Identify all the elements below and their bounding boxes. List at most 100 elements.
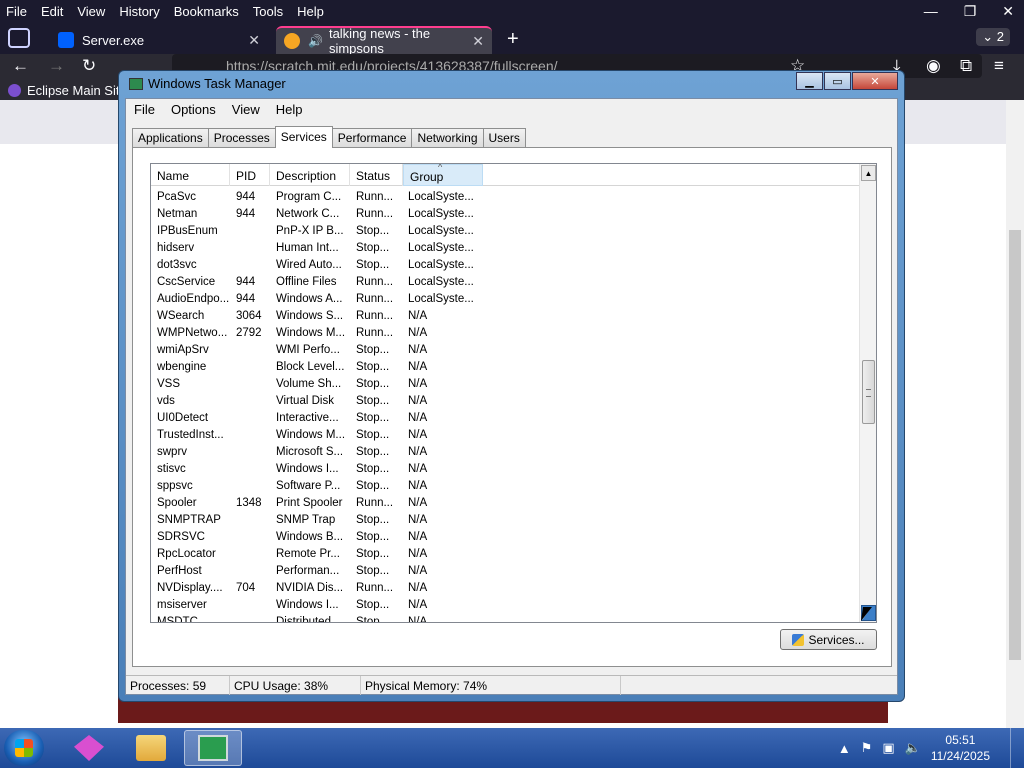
new-tab-button[interactable]: + <box>507 28 519 51</box>
browser-window-controls: — ❐ ✕ <box>924 0 1014 22</box>
menu-bookmarks[interactable]: Bookmarks <box>174 4 239 19</box>
minimize-button[interactable]: — <box>924 3 938 19</box>
table-row[interactable]: AudioEndpo... 944 Windows A... Runn... Local… <box>151 291 859 308</box>
menu-options[interactable]: Options <box>171 102 216 117</box>
action-center-icon[interactable]: ⚑ <box>861 740 873 756</box>
clock[interactable]: 05:51 11/24/2025 <box>931 732 990 764</box>
table-row[interactable]: PerfHost Performan... Stop... N/A <box>151 563 859 580</box>
table-row[interactable]: swprv Microsoft S... Stop... N/A <box>151 444 859 461</box>
close-tab-icon[interactable]: ✕ <box>472 33 484 50</box>
account-icon[interactable]: ◉ <box>926 56 941 76</box>
table-row[interactable]: WSearch 3064 Windows S... Runn... N/A <box>151 308 859 325</box>
list-scrollbar[interactable]: ▲ <box>859 164 876 622</box>
menu-view[interactable]: View <box>77 4 105 19</box>
scroll-up-button[interactable]: ▲ <box>861 165 876 181</box>
tab-title: talking news - the simpsons <box>328 26 431 56</box>
table-row[interactable]: TrustedInst... Windows M... Stop... N/A <box>151 427 859 444</box>
cell-status: Runn... <box>356 497 394 509</box>
tray-expand-icon[interactable]: ▲ <box>838 741 851 756</box>
menu-file[interactable]: File <box>6 4 27 19</box>
cell-description: SNMP Trap <box>276 514 336 526</box>
close-tab-icon[interactable]: ✕ <box>248 32 260 49</box>
table-row[interactable]: hidserv Human Int... Stop... LocalSyste... <box>151 240 859 257</box>
tab-services[interactable]: Services <box>274 126 333 148</box>
menu-tools[interactable]: Tools <box>253 4 283 19</box>
volume-icon[interactable]: 🔈 <box>905 740 921 756</box>
column-pid[interactable]: PID <box>230 164 270 186</box>
forward-icon[interactable]: → <box>48 56 65 76</box>
menu-edit[interactable]: Edit <box>41 4 63 19</box>
cell-pid: 944 <box>236 293 256 305</box>
table-row[interactable]: PcaSvc 944 Program C... Runn... LocalSyste..… <box>151 189 859 206</box>
table-row[interactable]: CscService 944 Offline Files Runn... LocalSy… <box>151 274 859 291</box>
table-row[interactable]: wmiApSrv WMI Perfo... Stop... N/A <box>151 342 859 359</box>
table-row[interactable]: SNMPTRAP SNMP Trap Stop... N/A <box>151 512 859 529</box>
column-description[interactable]: Description <box>270 164 350 186</box>
menu-help[interactable]: Help <box>276 102 303 117</box>
cell-description: Windows M... <box>276 327 346 339</box>
table-row[interactable]: SDRSVC Windows B... Stop... N/A <box>151 529 859 546</box>
tab-applications[interactable]: Applications <box>132 128 209 147</box>
minimize-button[interactable]: ▁ <box>796 72 823 90</box>
speaker-icon[interactable]: 🔊 <box>308 34 323 48</box>
back-icon[interactable]: ← <box>12 56 29 76</box>
menu-view[interactable]: View <box>232 102 260 117</box>
tab-performance[interactable]: Performance <box>331 128 413 147</box>
hamburger-menu-icon[interactable]: ≡ <box>994 56 1004 76</box>
table-row[interactable]: wbengine Block Level... Stop... N/A <box>151 359 859 376</box>
services-list[interactable]: Name PID Description Status ^ Group PcaS… <box>150 163 877 623</box>
table-row[interactable]: msiserver Windows I... Stop... N/A <box>151 597 859 614</box>
cell-group: LocalSyste... <box>408 259 474 271</box>
table-row[interactable]: vds Virtual Disk Stop... N/A <box>151 393 859 410</box>
tab-processes[interactable]: Processes <box>207 128 276 147</box>
table-row[interactable]: sppsvc Software P... Stop... N/A <box>151 478 859 495</box>
tab-users[interactable]: Users <box>482 128 526 147</box>
table-row[interactable]: WMPNetwo... 2792 Windows M... Runn... N/A <box>151 325 859 342</box>
cell-group: N/A <box>408 327 428 339</box>
page-scrollbar[interactable] <box>1006 100 1024 728</box>
sort-ascending-icon: ^ <box>438 163 443 172</box>
column-group[interactable]: ^ Group <box>403 164 483 186</box>
page-scroll-thumb[interactable] <box>1009 230 1021 660</box>
taskbar-app-purple[interactable] <box>60 730 118 766</box>
table-row[interactable]: UI0Detect Interactive... Stop... N/A <box>151 410 859 427</box>
table-row[interactable]: RpcLocator Remote Pr... Stop... N/A <box>151 546 859 563</box>
scroll-thumb[interactable] <box>862 360 875 424</box>
menu-history[interactable]: History <box>119 4 159 19</box>
tab-strip: Server.exe ✕ 🔊 talking news - the simpso… <box>0 22 1024 56</box>
network-icon[interactable]: ▣ <box>882 740 894 756</box>
column-name[interactable]: Name <box>151 164 230 186</box>
show-desktop-button[interactable] <box>1010 728 1024 768</box>
close-button[interactable]: ✕ <box>852 72 898 90</box>
bookmark-eclipse[interactable]: Eclipse Main Site <box>27 83 127 98</box>
tab-talking-news[interactable]: 🔊 talking news - the simpsons ✕ <box>276 26 492 56</box>
cell-description: NVIDIA Dis... <box>276 582 344 594</box>
tab-server-exe[interactable]: Server.exe ✕ <box>50 26 268 54</box>
firefox-view-icon[interactable] <box>8 28 30 48</box>
cell-name: hidserv <box>157 242 195 254</box>
table-row[interactable]: dot3svc Wired Auto... Stop... LocalSyste... <box>151 257 859 274</box>
cell-name: VSS <box>157 378 181 390</box>
tab-list-button[interactable]: ⌄ 2 <box>976 28 1010 46</box>
maximize-button[interactable]: ❐ <box>964 3 977 20</box>
menu-help[interactable]: Help <box>297 4 324 19</box>
services-button[interactable]: Services... <box>780 629 877 650</box>
table-row[interactable]: MSDTC Distributed... Stop... N/A <box>151 614 859 622</box>
tab-networking[interactable]: Networking <box>411 128 484 147</box>
close-button[interactable]: ✕ <box>1002 3 1014 20</box>
column-status[interactable]: Status <box>350 164 403 186</box>
table-row[interactable]: stisvc Windows I... Stop... N/A <box>151 461 859 478</box>
start-button[interactable] <box>4 730 44 766</box>
taskbar-app-explorer[interactable] <box>122 730 180 766</box>
table-row[interactable]: Spooler 1348 Print Spooler Runn... N/A <box>151 495 859 512</box>
table-row[interactable]: VSS Volume Sh... Stop... N/A <box>151 376 859 393</box>
table-row[interactable]: Netman 944 Network C... Runn... LocalSyste..… <box>151 206 859 223</box>
reload-icon[interactable]: ↻ <box>82 56 96 76</box>
taskbar-app-task-manager[interactable] <box>184 730 242 766</box>
maximize-button[interactable]: ▭ <box>824 72 851 90</box>
cell-status: Stop... <box>356 565 390 577</box>
table-row[interactable]: IPBusEnum PnP-X IP B... Stop... LocalSyste.… <box>151 223 859 240</box>
menu-file[interactable]: File <box>134 102 155 117</box>
table-row[interactable]: NVDisplay.... 704 NVIDIA Dis... Runn... N/A <box>151 580 859 597</box>
extensions-icon[interactable]: ⧉ <box>960 56 972 76</box>
